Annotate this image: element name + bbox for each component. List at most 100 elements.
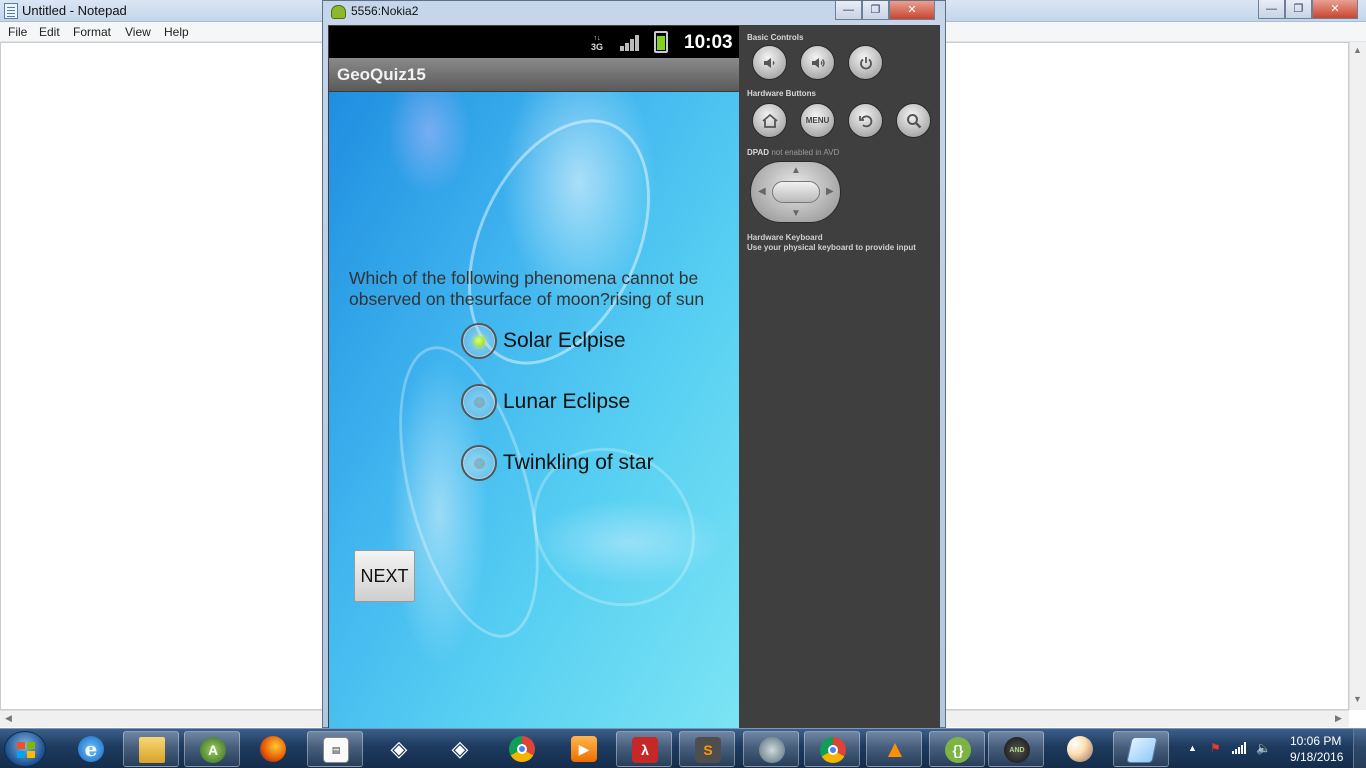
menu-button[interactable]: MENU	[800, 103, 835, 138]
taskbar-unity[interactable]: ◈	[371, 731, 427, 767]
emulator-title: 5556:Nokia2	[351, 4, 419, 18]
show-desktop-button[interactable]	[1353, 729, 1366, 768]
app-title-bar: GeoQuiz15	[329, 58, 739, 92]
dpad[interactable]: ▲ ▼ ◀ ▶	[750, 161, 841, 223]
dpad-left-icon[interactable]: ◀	[758, 186, 766, 197]
taskbar-notepad[interactable]: ▤	[307, 731, 363, 767]
paint-palette-icon	[1067, 736, 1093, 762]
chrome-icon	[820, 737, 846, 763]
scroll-left-icon[interactable]: ◀	[5, 713, 12, 724]
keyboard-info: Hardware Keyboard Use your physical keyb…	[747, 233, 916, 253]
emulator-minimize-button[interactable]: —	[835, 1, 862, 20]
taskbar-brackets[interactable]: {}	[929, 731, 985, 767]
media-player-icon: ▶	[571, 736, 597, 762]
action-center-icon[interactable]: ⚑	[1210, 741, 1221, 755]
taskbar-file-explorer[interactable]	[123, 731, 179, 767]
keyboard-note: Use your physical keyboard to provide in…	[747, 243, 916, 252]
notepad-caption-buttons: — ❐ ✕	[1258, 0, 1358, 20]
dpad-down-icon[interactable]: ▼	[791, 208, 801, 219]
firefox-icon	[260, 736, 286, 762]
network-icon[interactable]	[1232, 742, 1246, 754]
radio-button[interactable]	[461, 384, 497, 420]
internet-explorer-icon: e	[78, 736, 104, 762]
taskbar-unity[interactable]: ◈	[432, 731, 488, 767]
keyboard-heading: Hardware Keyboard	[747, 233, 823, 242]
scroll-right-icon[interactable]: ▶	[1335, 713, 1342, 724]
radio-button[interactable]	[461, 323, 497, 359]
search-button[interactable]	[896, 103, 931, 138]
power-button[interactable]	[848, 45, 883, 80]
basic-controls-heading: Basic Controls	[747, 33, 804, 42]
dpad-center-button[interactable]	[772, 181, 820, 203]
show-hidden-icons-icon[interactable]: ▲	[1188, 743, 1197, 753]
option-label[interactable]: Twinkling of star	[503, 451, 654, 475]
vlc-icon: ▲	[883, 736, 907, 763]
notepad-title: Untitled - Notepad	[22, 3, 127, 18]
scroll-down-icon[interactable]: ▼	[1353, 694, 1362, 704]
volume-icon[interactable]: 🔈	[1256, 741, 1271, 755]
android-sdk-icon: AND	[1004, 737, 1030, 763]
question-text: Which of the following phenomena cannot …	[349, 268, 705, 309]
emulator-maximize-button[interactable]: ❐	[862, 1, 889, 20]
emulator-controls-panel: Basic Controls Hardware Buttons MENU DPA…	[741, 25, 940, 729]
scroll-up-icon[interactable]: ▲	[1353, 45, 1362, 55]
emulator-close-button[interactable]: ✕	[889, 1, 935, 20]
taskbar-chrome[interactable]	[494, 731, 550, 767]
vertical-scrollbar[interactable]: ▲ ▼	[1349, 42, 1366, 710]
taskbar-media-player[interactable]: ▶	[556, 731, 612, 767]
system-tray: ▲ ⚑ 🔈 10:06 PM 9/18/2016	[1180, 729, 1366, 768]
radio-button[interactable]	[461, 445, 497, 481]
option-twinkling-of-star[interactable]: Twinkling of star	[461, 444, 654, 482]
taskbar-internet-explorer[interactable]: e	[63, 731, 119, 767]
quiz-content: Which of the following phenomena cannot …	[329, 92, 739, 729]
taskbar-paint[interactable]	[1052, 731, 1108, 767]
search-icon	[906, 113, 921, 128]
taskbar-android-studio[interactable]: A	[184, 731, 240, 767]
menu-file[interactable]: File	[8, 25, 27, 39]
emulator-titlebar[interactable]: 5556:Nokia2 — ❐ ✕	[323, 1, 945, 23]
dpad-right-icon[interactable]: ▶	[826, 186, 834, 197]
menu-format[interactable]: Format	[73, 25, 111, 39]
close-button[interactable]: ✕	[1312, 0, 1358, 19]
volume-up-button[interactable]	[800, 45, 835, 80]
maximize-button[interactable]: ❐	[1285, 0, 1312, 19]
taskbar-android-sdk[interactable]: AND	[988, 731, 1044, 767]
device-screen[interactable]: ↑↓ 3G 10:03 GeoQuiz15 Which of the follow…	[329, 26, 739, 729]
taskbar-sublime-text[interactable]: S	[679, 731, 735, 767]
network-indicator: ↑↓ 3G	[591, 35, 604, 52]
battery-icon	[654, 31, 668, 53]
dpad-up-icon[interactable]: ▲	[791, 165, 801, 176]
clock-time[interactable]: 10:06 PM	[1290, 734, 1341, 748]
next-button[interactable]: NEXT	[354, 550, 415, 602]
volume-down-icon	[763, 57, 774, 68]
start-button[interactable]	[4, 731, 46, 767]
menu-view[interactable]: View	[125, 25, 151, 39]
home-button[interactable]	[752, 103, 787, 138]
menu-edit[interactable]: Edit	[39, 25, 60, 39]
status-time: 10:03	[684, 32, 733, 53]
taskbar-adobe-reader[interactable]: λ	[616, 731, 672, 767]
taskbar-notepad-active[interactable]	[1113, 731, 1169, 767]
option-lunar-eclipse[interactable]: Lunar Eclipse	[461, 383, 630, 421]
option-label[interactable]: Lunar Eclipse	[503, 390, 630, 414]
volume-down-button[interactable]	[752, 45, 787, 80]
minimize-button[interactable]: —	[1258, 0, 1285, 19]
text-file-icon: ▤	[323, 737, 349, 763]
emulator-caption-buttons: — ❐ ✕	[835, 1, 935, 21]
notepad-icon	[1126, 737, 1158, 763]
back-button[interactable]	[848, 103, 883, 138]
back-icon	[858, 114, 872, 127]
clock-date[interactable]: 9/18/2016	[1290, 750, 1343, 764]
taskbar-emulator[interactable]	[743, 731, 799, 767]
option-solar-eclipse[interactable]: Solar Eclpise	[461, 322, 626, 360]
menu-help[interactable]: Help	[164, 25, 189, 39]
taskbar-firefox[interactable]	[245, 731, 301, 767]
brackets-icon: {}	[945, 737, 971, 763]
emulator-body: ↑↓ 3G 10:03 GeoQuiz15 Which of the follow…	[328, 25, 940, 729]
taskbar-vlc[interactable]: ▲	[866, 731, 922, 767]
app-title: GeoQuiz15	[337, 65, 426, 84]
taskbar-chrome[interactable]	[804, 731, 860, 767]
home-icon	[761, 113, 778, 128]
notepad-icon	[4, 3, 18, 19]
option-label[interactable]: Solar Eclpise	[503, 329, 626, 353]
